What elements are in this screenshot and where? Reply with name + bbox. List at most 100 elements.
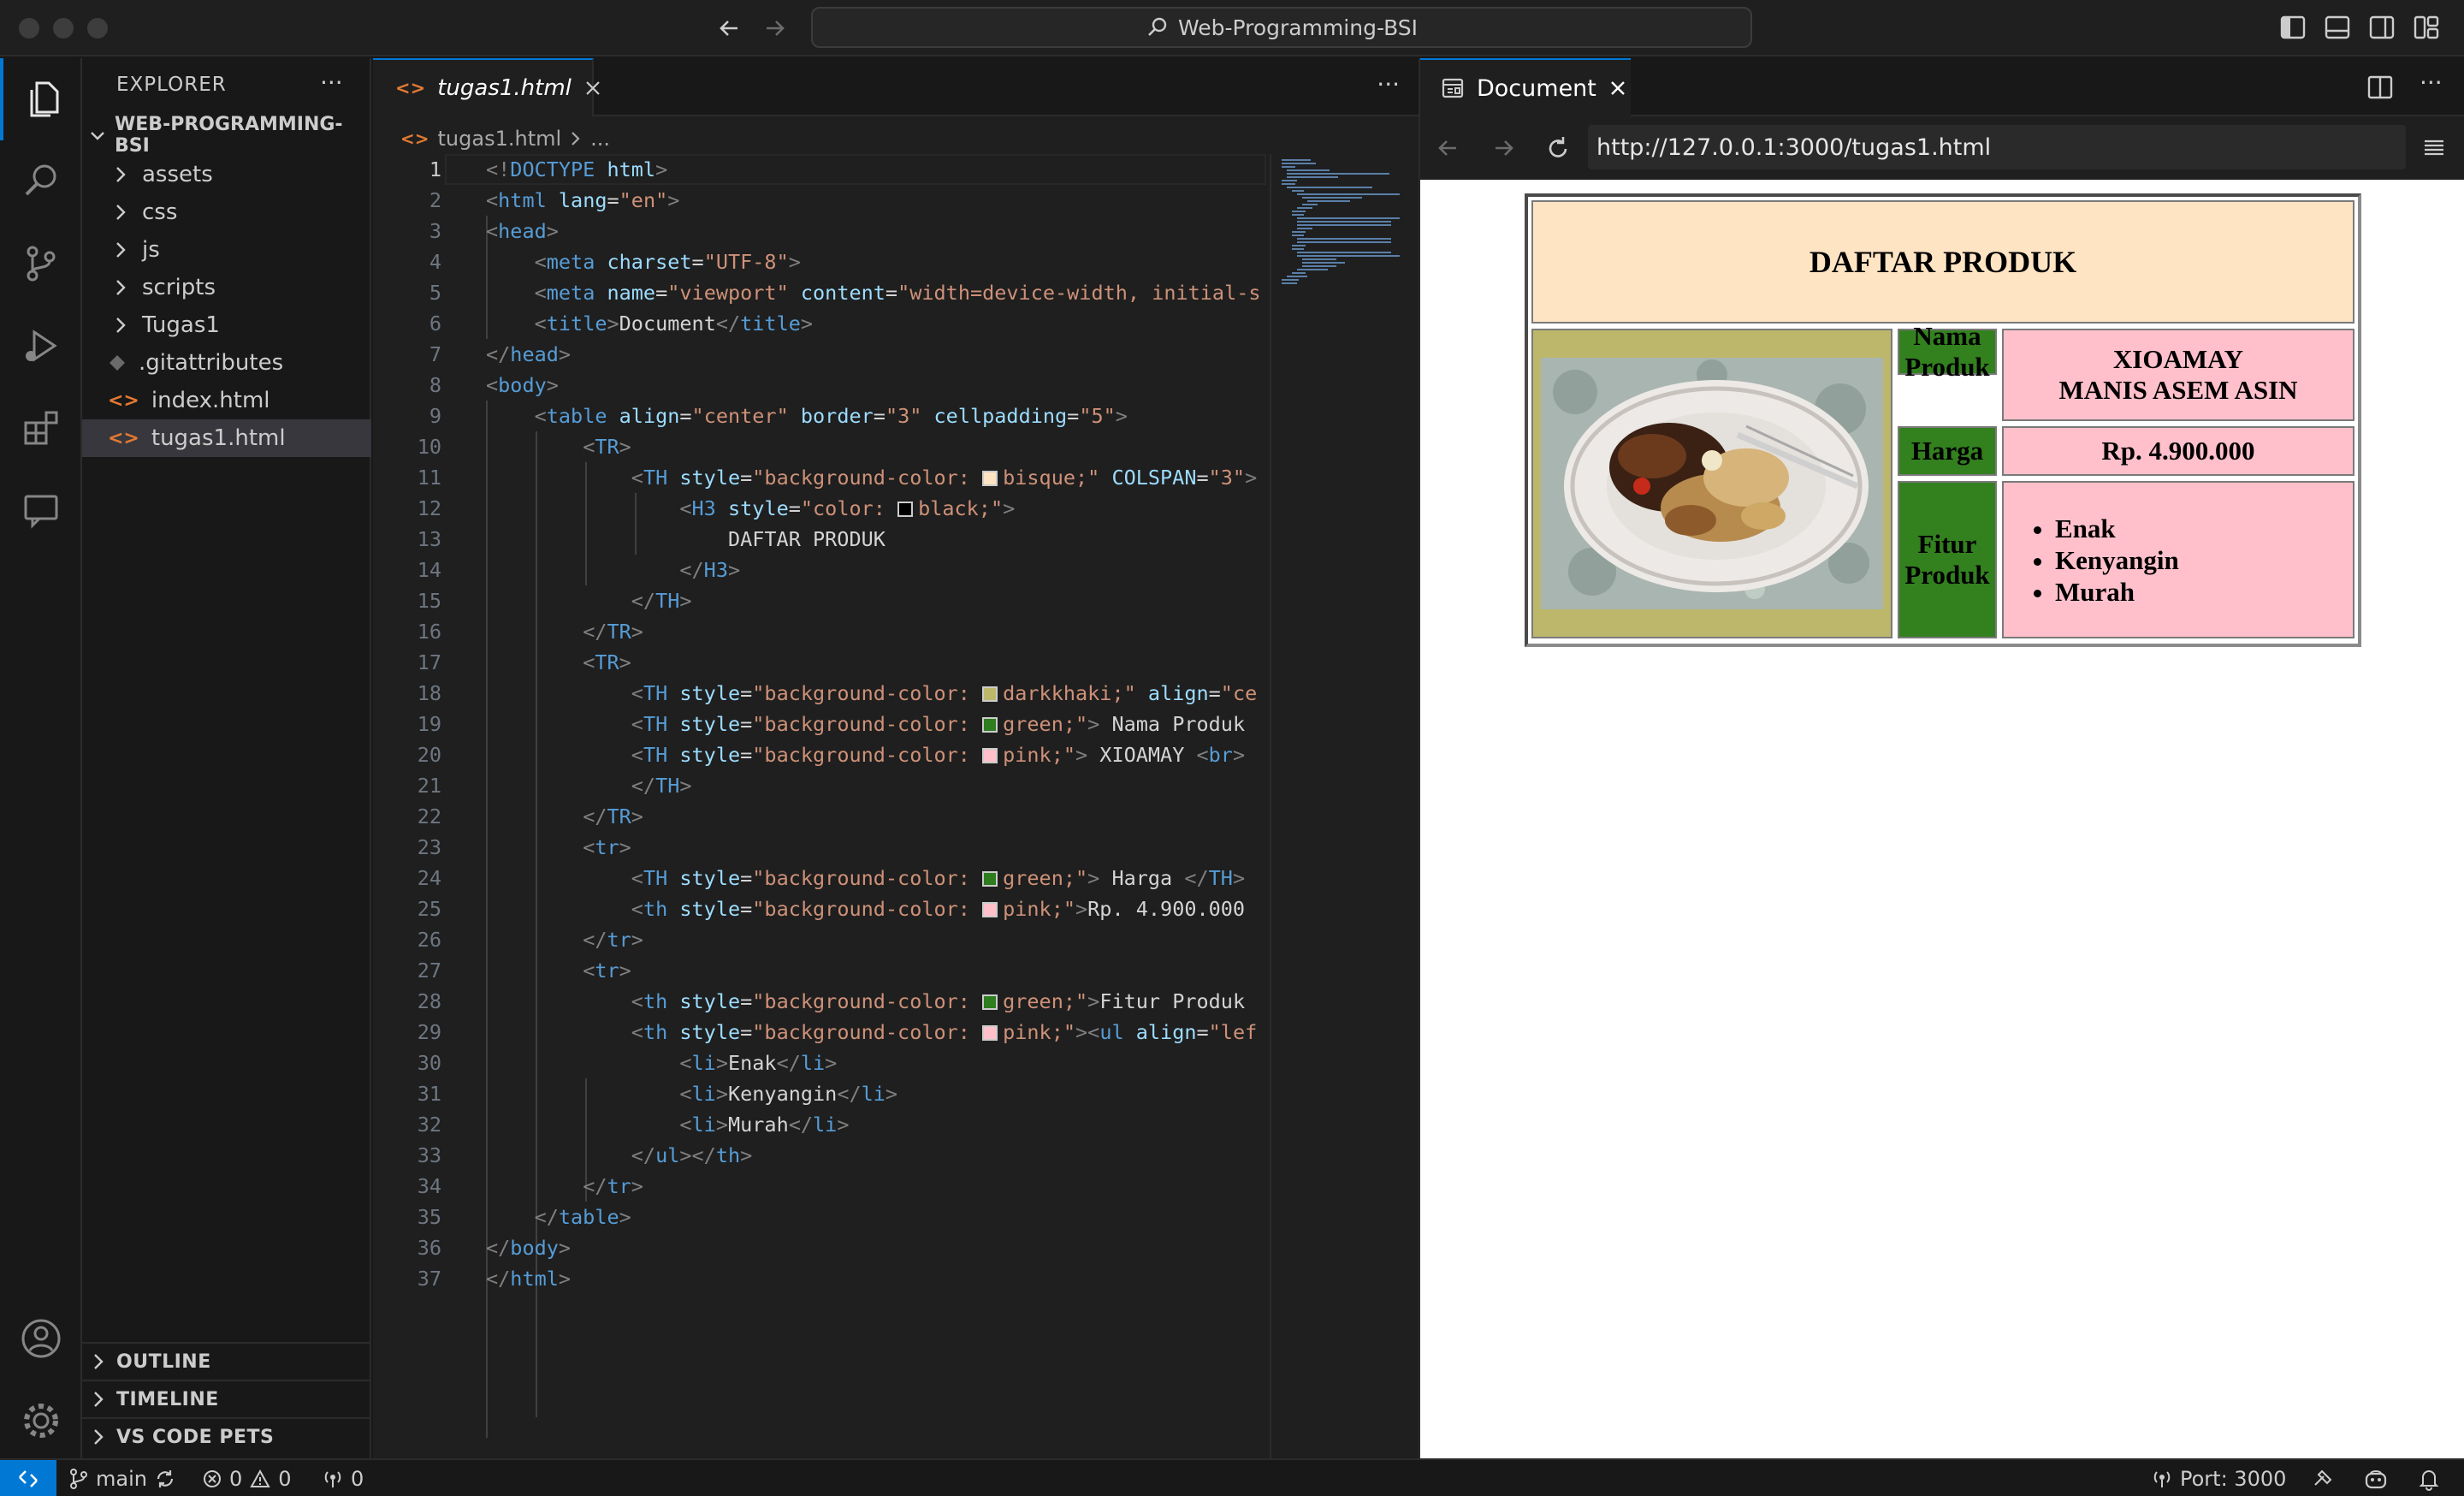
menu-icon[interactable] — [2421, 135, 2447, 161]
close-icon[interactable] — [1608, 79, 1627, 98]
breadcrumb-more[interactable]: ... — [590, 127, 610, 151]
run-debug-activity[interactable] — [0, 305, 82, 387]
reload-icon[interactable] — [1543, 134, 1573, 163]
code-line[interactable]: 29 <th style="background-color: pink;"><… — [373, 1017, 1271, 1048]
code-line[interactable]: 37 </html> — [373, 1263, 1271, 1294]
folder-css[interactable]: css — [82, 193, 371, 231]
file-index-html[interactable]: <> index.html — [82, 382, 371, 419]
command-center-search[interactable]: Web-Programming-BSI — [811, 7, 1752, 48]
extensions-activity[interactable] — [0, 387, 82, 469]
code-line[interactable]: 4 <meta charset="UTF-8"> — [373, 246, 1271, 277]
breadcrumb-file[interactable]: tugas1.html — [438, 127, 562, 151]
back-arrow-icon[interactable] — [715, 14, 744, 43]
code-line[interactable]: 34 </tr> — [373, 1171, 1271, 1202]
code-line[interactable]: 26 </tr> — [373, 924, 1271, 955]
search-activity[interactable] — [0, 140, 82, 223]
toggle-primary-sidebar-icon[interactable] — [2279, 14, 2307, 41]
product-image — [1541, 358, 1883, 609]
folder-js[interactable]: js — [82, 231, 371, 269]
code-line[interactable]: 9 <table align="center" border="3" cellp… — [373, 401, 1271, 431]
code-line[interactable]: 24 <TH style="background-color: green;">… — [373, 863, 1271, 893]
live-server-port[interactable]: Port: 3000 — [2151, 1460, 2286, 1496]
code-line[interactable]: 19 <TH style="background-color: green;">… — [373, 709, 1271, 739]
code-line[interactable]: 27 <tr> — [373, 955, 1271, 986]
problems-indicator[interactable]: 0 0 — [202, 1460, 292, 1496]
timeline-section[interactable]: TIMELINE — [82, 1380, 371, 1417]
explorer-more-actions[interactable]: ··· — [320, 68, 343, 97]
code-line[interactable]: 12 <H3 style="color: black;"> — [373, 493, 1271, 524]
code-line[interactable]: 31 <li>Kenyangin</li> — [373, 1078, 1271, 1109]
code-line[interactable]: 14 </H3> — [373, 555, 1271, 585]
notifications-bell-icon[interactable] — [2418, 1467, 2440, 1491]
branch-indicator[interactable]: main — [68, 1460, 176, 1496]
explorer-activity[interactable] — [0, 58, 82, 140]
minimap[interactable] — [1270, 154, 1400, 1458]
editor-more-actions[interactable]: ··· — [1377, 70, 1400, 98]
code-line[interactable]: 6 <title>Document</title> — [373, 308, 1271, 339]
forward-arrow-icon[interactable] — [1489, 134, 1518, 163]
code-line[interactable]: 20 <TH style="background-color: pink;"> … — [373, 739, 1271, 770]
code-line[interactable]: 13 DAFTAR PRODUK — [373, 524, 1271, 555]
folder-assets[interactable]: assets — [82, 156, 371, 193]
url-input[interactable]: http://127.0.0.1:3000/tugas1.html — [1588, 125, 2406, 169]
code-line[interactable]: 32 <li>Murah</li> — [373, 1109, 1271, 1140]
code-line[interactable]: 33 </ul></th> — [373, 1140, 1271, 1171]
vscode-pets-section[interactable]: VS CODE PETS — [82, 1417, 371, 1455]
code-line[interactable]: 25 <th style="background-color: pink;">R… — [373, 893, 1271, 924]
split-editor-icon[interactable] — [2366, 74, 2394, 101]
code-line[interactable]: 16 </TR> — [373, 616, 1271, 647]
code-area[interactable]: 1 <!DOCTYPE html> 2 <html lang="en"> 3 <head>… — [373, 154, 1271, 1438]
code-line[interactable]: 10 <TR> — [373, 431, 1271, 462]
close-window-button[interactable] — [19, 18, 39, 39]
preview-more-actions[interactable]: ··· — [2420, 68, 2443, 97]
workspace-root-folder[interactable]: WEB-PROGRAMMING-BSI — [89, 114, 370, 157]
code-line[interactable]: 18 <TH style="background-color: darkkhak… — [373, 678, 1271, 709]
code-line[interactable]: 8 <body> — [373, 370, 1271, 401]
code-line[interactable]: 35 </table> — [373, 1202, 1271, 1232]
code-line[interactable]: 28 <th style="background-color: green;">… — [373, 986, 1271, 1017]
code-line[interactable]: 30 <li>Enak</li> — [373, 1048, 1271, 1078]
copilot-icon[interactable] — [2363, 1467, 2389, 1491]
settings-sync-icon[interactable] — [2312, 1468, 2334, 1490]
code-line[interactable]: 22 </TR> — [373, 801, 1271, 832]
tab-document[interactable]: Document — [1420, 58, 1631, 116]
back-arrow-icon[interactable] — [1434, 134, 1463, 163]
code-line[interactable]: 5 <meta name="viewport" content="width=d… — [373, 277, 1271, 308]
outline-section[interactable]: OUTLINE — [82, 1342, 371, 1380]
code-line[interactable]: 7 </head> — [373, 339, 1271, 370]
toggle-secondary-sidebar-icon[interactable] — [2368, 14, 2396, 41]
folder-scripts[interactable]: scripts — [82, 269, 371, 306]
code-line[interactable]: 3 <head> — [373, 216, 1271, 246]
code-line[interactable]: 23 <tr> — [373, 832, 1271, 863]
close-icon[interactable] — [583, 79, 602, 98]
ports-indicator[interactable]: 0 — [322, 1460, 364, 1496]
file-tugas1-html[interactable]: <> tugas1.html — [82, 419, 371, 457]
file-label: index.html — [151, 388, 270, 413]
folder-tugas1[interactable]: Tugas1 — [82, 306, 371, 344]
remote-indicator[interactable] — [0, 1460, 56, 1496]
forward-arrow-icon[interactable] — [760, 14, 789, 43]
html-file-icon: <> — [108, 389, 139, 412]
code-line[interactable]: 1 <!DOCTYPE html> — [373, 154, 1271, 185]
accounts-activity[interactable] — [0, 1297, 82, 1380]
chevron-right-icon — [113, 278, 132, 297]
error-count: 0 — [229, 1467, 243, 1491]
remote-explorer-activity[interactable] — [0, 469, 82, 551]
code-text: DAFTAR PRODUK — [486, 527, 886, 551]
tab-tugas1-html[interactable]: <> tugas1.html — [373, 58, 600, 116]
source-control-activity[interactable] — [0, 223, 82, 305]
code-text: <th style="background-color: green;">Fit… — [631, 989, 1246, 1013]
code-line[interactable]: 17 <TR> — [373, 647, 1271, 678]
minimize-window-button[interactable] — [53, 18, 74, 39]
tab-label: tugas1.html — [437, 75, 572, 101]
code-line[interactable]: 11 <TH style="background-color: bisque;"… — [373, 462, 1271, 493]
manage-activity[interactable] — [0, 1380, 82, 1462]
code-line[interactable]: 15 </TH> — [373, 585, 1271, 616]
toggle-panel-icon[interactable] — [2324, 14, 2351, 41]
customize-layout-icon[interactable] — [2413, 14, 2440, 41]
maximize-window-button[interactable] — [87, 18, 108, 39]
file-gitattributes[interactable]: .gitattributes — [82, 344, 371, 382]
code-line[interactable]: 2 <html lang="en"> — [373, 185, 1271, 216]
code-line[interactable]: 21 </TH> — [373, 770, 1271, 801]
code-line[interactable]: 36 </body> — [373, 1232, 1271, 1263]
